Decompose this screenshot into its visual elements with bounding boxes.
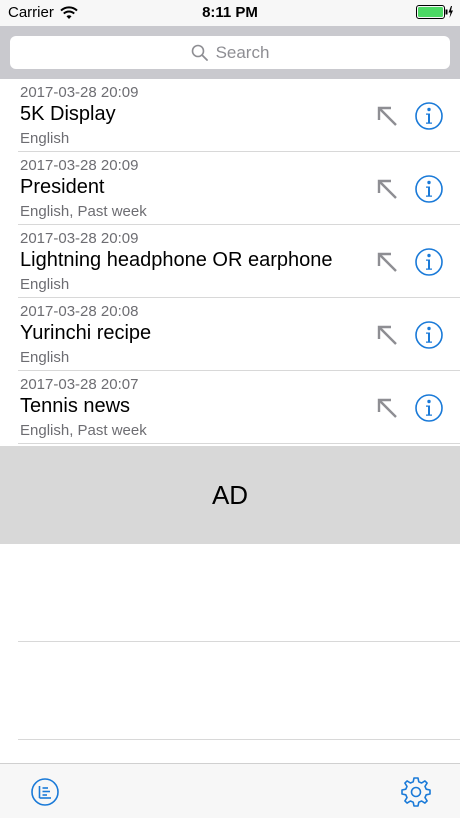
history-timestamp: 2017-03-28 20:08 (20, 303, 139, 320)
search-bar-container: Search (0, 26, 460, 79)
history-row[interactable]: 2017-03-28 20:09 5K Display English (18, 79, 460, 152)
status-bar: Carrier 8:11 PM (0, 0, 460, 26)
history-query: President (20, 176, 105, 198)
ad-label: AD (211, 479, 249, 510)
gear-icon[interactable] (400, 776, 432, 808)
info-icon[interactable] (414, 393, 444, 423)
history-row[interactable]: 2017-03-28 20:09 President English, Past w… (18, 152, 460, 225)
arrow-up-left-icon[interactable] (374, 176, 402, 204)
info-icon[interactable] (414, 320, 444, 350)
arrow-up-left-icon[interactable] (374, 322, 402, 350)
history-options: English, Past week (20, 203, 147, 220)
info-icon[interactable] (414, 174, 444, 204)
history-timestamp: 2017-03-28 20:09 (20, 84, 139, 101)
status-right (416, 5, 454, 19)
info-icon[interactable] (414, 247, 444, 277)
history-options: English, Past week (20, 422, 147, 439)
history-options: English (20, 130, 70, 147)
history-timestamp: 2017-03-28 20:09 (20, 230, 139, 247)
arrow-up-left-icon[interactable] (374, 103, 402, 131)
search-input[interactable]: Search (10, 36, 450, 69)
battery-icon (416, 5, 453, 19)
history-timestamp: 2017-03-28 20:09 (20, 157, 139, 174)
history-list: 2017-03-28 20:09 5K Display English 2017-03… (0, 79, 460, 444)
history-row[interactable]: 2017-03-28 20:09 Lightning headphone OR e… (18, 225, 460, 298)
search-icon (191, 44, 208, 61)
status-time: 8:11 PM (202, 4, 258, 21)
ad-banner[interactable]: AD (0, 446, 460, 544)
history-query: Yurinchi recipe (20, 322, 152, 344)
history-timestamp: 2017-03-28 20:07 (20, 376, 139, 393)
history-row[interactable]: 2017-03-28 20:08 Yurinchi recipe English (18, 298, 460, 371)
bottom-toolbar (0, 763, 460, 818)
history-query: Tennis news (20, 395, 131, 417)
info-icon[interactable] (414, 101, 444, 131)
list-icon[interactable] (30, 777, 60, 807)
arrow-up-left-icon[interactable] (374, 395, 402, 423)
history-query: Lightning headphone OR earphone (20, 249, 333, 271)
search-placeholder: Search (215, 42, 270, 62)
history-row[interactable]: 2017-03-28 20:07 Tennis news English, Past… (18, 371, 460, 444)
arrow-up-left-icon[interactable] (374, 249, 402, 277)
history-query: 5K Display (20, 103, 116, 125)
history-options: English (20, 276, 70, 293)
history-options: English (20, 349, 70, 366)
empty-row-separator (18, 739, 460, 740)
empty-row-separator (18, 641, 460, 642)
